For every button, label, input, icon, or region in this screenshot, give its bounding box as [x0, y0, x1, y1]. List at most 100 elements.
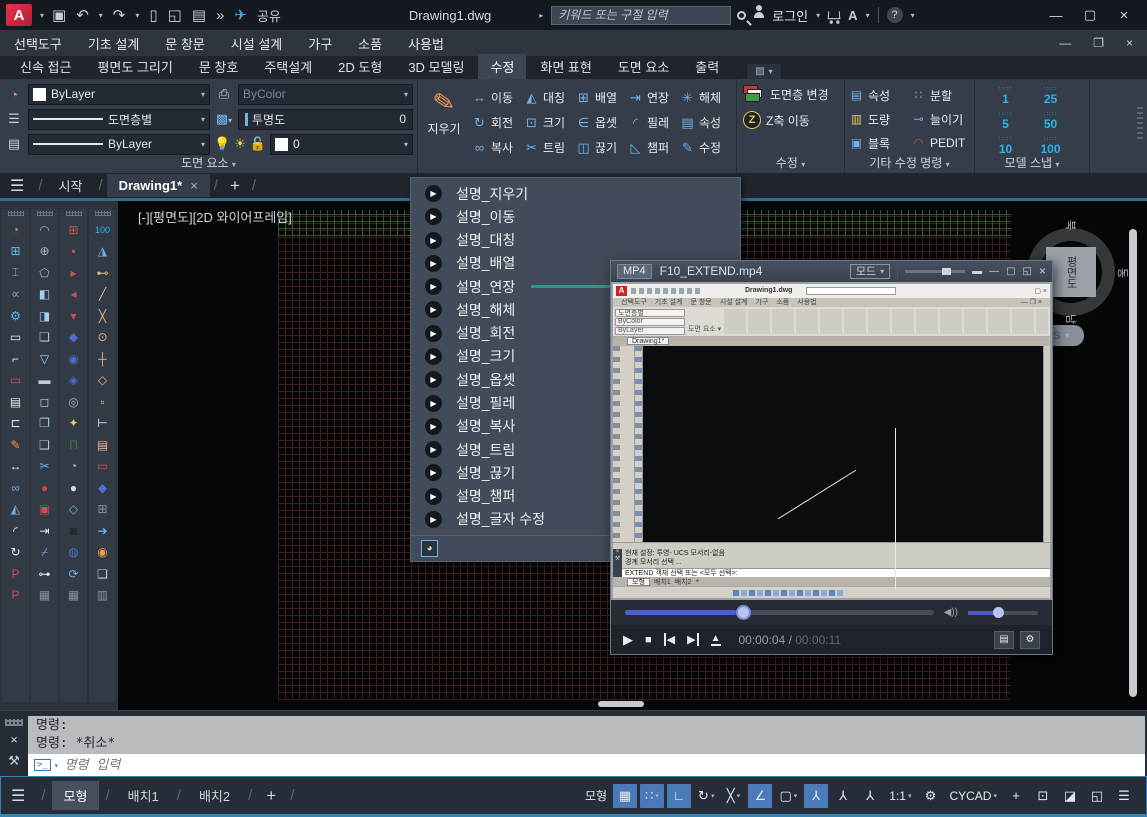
tab-doors[interactable]: 문 창호: [187, 54, 251, 79]
palette-tool-icon[interactable]: ◎: [62, 391, 86, 413]
linetype-dropdown[interactable]: ByLayer▾: [28, 134, 210, 155]
palette-tool-icon[interactable]: ▦: [33, 585, 57, 607]
ribbon-display-toggle[interactable]: ▨▾: [747, 64, 780, 79]
lineweight-dropdown[interactable]: 도면층별▾: [28, 109, 210, 130]
palette-tool-icon[interactable]: ╳: [91, 305, 115, 327]
palette-tool-icon[interactable]: ✦: [62, 413, 86, 435]
stop-button[interactable]: ■: [645, 634, 652, 646]
player-settings-button[interactable]: ⚙: [1020, 631, 1040, 649]
annotation-visibility-toggle[interactable]: ⅄: [804, 784, 828, 808]
palette-tool-icon[interactable]: ◂: [62, 284, 86, 306]
autodesk-a-icon[interactable]: A: [848, 8, 857, 23]
tab-start[interactable]: 시작: [47, 172, 95, 199]
menu-furniture[interactable]: 가구: [308, 34, 332, 53]
store-cart-icon[interactable]: [828, 11, 841, 19]
grid-toggle[interactable]: ▦: [613, 784, 637, 808]
close-button[interactable]: ×: [1107, 1, 1141, 29]
palette-tool-icon[interactable]: ❐: [33, 413, 57, 435]
playlist-button[interactable]: ▤: [994, 631, 1014, 649]
login-label[interactable]: 로그인: [772, 6, 808, 25]
tab-floorplan[interactable]: 평면도 그리기: [85, 54, 184, 79]
palette-tool-icon[interactable]: ⬠: [33, 262, 57, 284]
player-title-bar[interactable]: MP4 F10_EXTEND.mp4 모드▾ ▬ — ▢ ◱ ×: [611, 261, 1052, 282]
snap-toggle[interactable]: ∷▾: [640, 784, 664, 808]
volume-thumb[interactable]: [993, 607, 1004, 618]
search-input[interactable]: [551, 6, 731, 25]
palette-tool-icon[interactable]: ▭: [4, 370, 28, 392]
palette-tool-icon[interactable]: ⊞: [4, 241, 28, 263]
palette-tool-icon[interactable]: ▾: [62, 305, 86, 327]
new-drawing-icon[interactable]: ▯: [149, 6, 157, 24]
new-tab-button[interactable]: +: [222, 176, 248, 196]
palette-tool-icon[interactable]: ◧: [33, 284, 57, 306]
palette-tool-icon[interactable]: ▣: [33, 499, 57, 521]
tab-quick-access[interactable]: 신속 접근: [8, 54, 83, 79]
palette-tool-icon[interactable]: ∝: [4, 284, 28, 306]
measure-button[interactable]: ▥도량: [849, 107, 911, 131]
opacity-slider[interactable]: [905, 270, 965, 273]
brand-menu[interactable]: CYCAD▾: [945, 784, 1001, 808]
palette-tool-icon[interactable]: ▦: [62, 585, 86, 607]
palette-tool-icon[interactable]: ▤: [4, 391, 28, 413]
modify-tool-속성[interactable]: ▤속성: [680, 110, 732, 135]
panel-title-drawing-elements[interactable]: 도면 요소 ▾: [0, 154, 417, 171]
palette-tool-icon[interactable]: ▤: [91, 434, 115, 456]
transparency-field[interactable]: 투명도 0: [238, 109, 413, 130]
search-expand-icon[interactable]: ▸: [539, 11, 543, 20]
plot-style-dropdown[interactable]: ByColor▾: [238, 84, 413, 105]
modify-tool-대칭[interactable]: ◭대칭: [524, 85, 576, 110]
player-fullscreen-button[interactable]: ◱: [1023, 266, 1032, 277]
tab-output[interactable]: 출력: [683, 54, 731, 79]
palette-tool-icon[interactable]: ◙: [62, 520, 86, 542]
snap-25-button[interactable]: :::::25: [1028, 83, 1073, 108]
palette-tool-icon[interactable]: ⊙: [91, 327, 115, 349]
open-folder-icon[interactable]: ◱: [168, 6, 182, 24]
video-frame[interactable]: A Drawing1.dwg ▢ × 선택도구기초 설계문 창문시설 설계가구소…: [611, 282, 1052, 600]
command-input[interactable]: [65, 758, 1139, 773]
layout-tab-1[interactable]: 배치1: [116, 781, 171, 810]
palette-tool-icon[interactable]: ➔: [91, 520, 115, 542]
block-button[interactable]: ▣블록: [849, 131, 911, 155]
palette-tool-icon[interactable]: ┼: [91, 348, 115, 370]
palette-tool-icon[interactable]: ▭: [91, 456, 115, 478]
otrack-toggle[interactable]: ▢▾: [775, 784, 801, 808]
viewport-label[interactable]: [-][평면도][2D 와이어프레임]: [138, 207, 292, 226]
palette-tool-icon[interactable]: ◨: [33, 305, 57, 327]
undo-caret-icon[interactable]: ▾: [99, 11, 103, 20]
modify-tool-복사[interactable]: ∞복사: [472, 135, 524, 160]
palette-tool-icon[interactable]: ◉: [62, 348, 86, 370]
palette-tool-icon[interactable]: ⌐: [4, 348, 28, 370]
column-grip[interactable]: [37, 211, 53, 216]
palette-tool-icon[interactable]: ⊞: [62, 219, 86, 241]
share-icon[interactable]: ✈: [234, 6, 247, 24]
palette-tool-icon[interactable]: ⊷: [91, 262, 115, 284]
tab-close-icon[interactable]: ×: [190, 178, 198, 193]
palette-tool-icon[interactable]: ▬: [33, 370, 57, 392]
qat-expand-icon[interactable]: »: [216, 7, 224, 24]
command-prompt-icon[interactable]: >_▾: [34, 759, 59, 771]
layer-unlock-icon[interactable]: 🔓: [250, 136, 266, 152]
modify-tool-크기[interactable]: ⊡크기: [524, 110, 576, 135]
palette-tool-icon[interactable]: ✎: [4, 434, 28, 456]
palette-tool-icon[interactable]: ▸: [62, 262, 86, 284]
palette-tool-icon[interactable]: ↔: [4, 456, 28, 478]
minimize-button[interactable]: —: [1039, 1, 1073, 29]
palette-tool-icon[interactable]: 100: [91, 219, 115, 241]
palette-tool-icon[interactable]: ↻: [4, 542, 28, 564]
palette-tool-icon[interactable]: ●: [33, 477, 57, 499]
column-grip[interactable]: [66, 211, 82, 216]
volume-bar[interactable]: [968, 611, 1038, 615]
erase-button[interactable]: ✎ 지우기: [422, 85, 466, 137]
panel-title-other-modify[interactable]: 기타 수정 명령 ▾: [845, 154, 974, 171]
palette-tool-icon[interactable]: ◔: [4, 219, 28, 241]
palette-tool-icon[interactable]: ⊕: [33, 241, 57, 263]
compass-east[interactable]: 동: [1115, 268, 1131, 278]
command-wrench-icon[interactable]: ⚒: [8, 753, 20, 769]
palette-tool-icon[interactable]: ◜: [4, 520, 28, 542]
palette-tool-icon[interactable]: ✂: [33, 456, 57, 478]
tab-drawing1[interactable]: Drawing1*×: [107, 174, 210, 197]
palette-tool-icon[interactable]: ⇥: [33, 520, 57, 542]
snap-5-button[interactable]: :::::5: [983, 108, 1028, 133]
undo-icon[interactable]: ↶: [76, 6, 89, 24]
statusbar-hamburger-icon[interactable]: ☰: [11, 786, 25, 806]
